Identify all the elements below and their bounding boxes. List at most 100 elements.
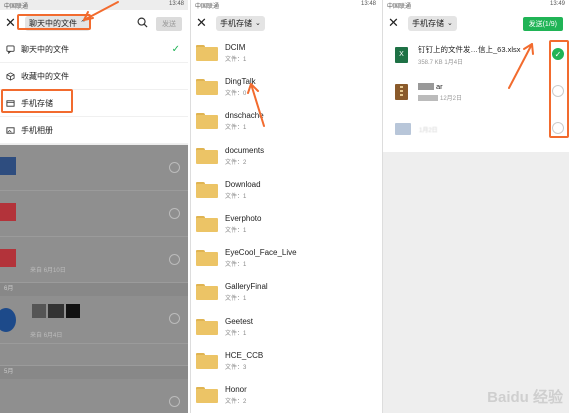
redacted-block (418, 94, 438, 101)
file-meta: 来自 6月4日 (30, 333, 63, 339)
select-radio (169, 208, 180, 219)
status-bar: 中国联通 13:49 (383, 0, 569, 10)
folder-row[interactable]: Honor 文件：2 (191, 378, 380, 412)
close-icon[interactable]: ✕ (5, 15, 19, 31)
menu-item-phone-album[interactable]: 手机相册 (0, 117, 188, 144)
select-checkbox[interactable] (552, 122, 564, 134)
archive-file-icon (395, 83, 408, 100)
select-radio (169, 162, 180, 173)
select-radio (169, 313, 180, 324)
folder-icon (196, 181, 218, 198)
folder-icon (196, 113, 218, 130)
list-item: 来自 6月4日 (0, 296, 188, 344)
clock-text: 13:48 (360, 1, 376, 7)
folder-row[interactable]: Geetest 文件：1 (191, 310, 380, 344)
menu-item-chat-files[interactable]: 聊天中的文件 ✓ (0, 36, 188, 63)
chevron-down-icon: ⌄ (255, 20, 261, 27)
folder-row[interactable]: Download 文件：1 (191, 173, 380, 207)
menu-item-label: 收藏中的文件 (21, 71, 69, 81)
source-dropdown-label: 手机存储 (220, 18, 252, 28)
chevron-down-icon: ⌄ (447, 20, 453, 27)
folder-row[interactable]: HCE_CCB 文件：3 (191, 344, 380, 378)
folder-row[interactable]: DingTalk 文件：0 (191, 70, 380, 104)
folder-file-count: 文件：0 (225, 91, 247, 98)
checkmark-icon: ✓ (171, 44, 180, 55)
file-meta: 1月2日 (419, 128, 438, 134)
file-thumbnail (0, 157, 16, 175)
menu-item-favorite-files[interactable]: 收藏中的文件 (0, 63, 188, 90)
folder-file-count: 文件：1 (225, 296, 247, 303)
file-title: ar (418, 82, 462, 91)
select-radio (169, 254, 180, 265)
file-row-xlsx[interactable]: X 钉钉上的文件发…信上_63.xlsx 358.7 KB 1月4日 ✓ (383, 36, 569, 73)
source-dropdown-label: 聊天中的文件 (29, 18, 77, 28)
folder-file-count: 文件：1 (225, 193, 247, 200)
folder-row[interactable]: documents 文件：2 (191, 139, 380, 173)
chevron-up-icon: ⌃ (80, 20, 86, 27)
source-dropdown[interactable]: 聊天中的文件 ⌃ (25, 15, 90, 31)
select-checkbox[interactable] (552, 85, 564, 97)
carrier-text: 中国联通 (387, 4, 412, 10)
panel-phone-storage: 中国联通 13:48 ✕ 手机存储 ⌄ DCIM 文件：1 DingTalk 文件：0… (190, 0, 380, 413)
folder-icon (196, 79, 218, 96)
send-button[interactable]: 发送 (156, 17, 182, 31)
folder-file-count: 文件：1 (225, 57, 247, 64)
folder-file-count: 文件：2 (225, 159, 247, 166)
folder-row[interactable]: Everphoto 文件：1 (191, 207, 380, 241)
menu-item-label: 手机相册 (21, 125, 53, 135)
folder-list: DCIM 文件：1 DingTalk 文件：0 dnschache 文件：1 documen… (191, 36, 380, 412)
folder-file-count: 文件：2 (225, 398, 247, 405)
folder-icon (196, 284, 218, 301)
excel-file-icon: X (395, 46, 408, 63)
file-meta: 12月2日 (418, 93, 462, 102)
folder-icon (196, 147, 218, 164)
folder-file-count: 文件：1 (225, 262, 247, 269)
file-row-archive[interactable]: ar 12月2日 (383, 73, 569, 110)
source-dropdown[interactable]: 手机存储 ⌄ (216, 15, 265, 31)
close-icon[interactable]: ✕ (196, 15, 210, 31)
carrier-text: 中国联通 (4, 4, 29, 10)
folder-name: DCIM (225, 43, 246, 53)
file-meta: 来自 6月10日 (30, 268, 66, 274)
source-menu: 聊天中的文件 ✓ 收藏中的文件 手机存储 手机相册 (0, 36, 188, 144)
panel-file-select: 中国联通 13:49 ✕ 手机存储 ⌄ 发送(1/9) X 钉钉上的文件发…信上… (382, 0, 569, 413)
folder-name: Download (225, 179, 261, 189)
folder-name: Everphoto (225, 214, 262, 224)
folder-row[interactable]: dnschache 文件：1 (191, 104, 380, 138)
folder-file-count: 文件：1 (225, 330, 247, 337)
carrier-text: 中国联通 (195, 4, 220, 10)
send-button[interactable]: 发送(1/9) (522, 17, 563, 31)
search-icon[interactable] (137, 17, 148, 28)
menu-item-label: 聊天中的文件 (21, 44, 69, 54)
file-thumbnail (0, 249, 16, 267)
folder-row[interactable]: DCIM 文件：1 (191, 36, 380, 70)
menu-item-phone-storage[interactable]: 手机存储 (0, 90, 188, 117)
clock-text: 13:48 (168, 1, 184, 7)
dimmed-file-list: 来自 6月10日 6月 来自 6月4日 5月 (0, 145, 188, 413)
file-title: 钉钉上的文件发…信上_63.xlsx (418, 44, 521, 54)
clock-text: 13:49 (549, 1, 565, 7)
photo-icon (6, 126, 15, 134)
empty-area (383, 152, 569, 413)
folder-row[interactable]: EyeCool_Face_Live 文件：1 (191, 241, 380, 275)
panel-chat-files: 中国联通 13:48 ✕ 聊天中的文件 ⌃ 发送 聊天中的文件 ✓ 收藏中的文件… (0, 0, 188, 413)
source-dropdown-label: 手机存储 (412, 18, 444, 28)
top-bar: ✕ 聊天中的文件 ⌃ 发送 (0, 10, 188, 36)
folder-icon (196, 386, 218, 403)
select-checkbox[interactable]: ✓ (552, 48, 564, 60)
folder-icon (196, 250, 218, 267)
folder-name: DingTalk (225, 77, 256, 87)
select-radio (169, 396, 180, 407)
close-icon[interactable]: ✕ (388, 15, 402, 31)
folder-row[interactable]: GalleryFinal 文件：1 (191, 275, 380, 309)
source-dropdown[interactable]: 手机存储 ⌄ (408, 15, 457, 31)
folder-icon (196, 352, 218, 369)
top-bar: ✕ 手机存储 ⌄ 发送(1/9) (383, 10, 569, 36)
file-row-image[interactable]: 1月2日 (383, 110, 569, 147)
folder-name: dnschache (225, 111, 264, 121)
file-list: X 钉钉上的文件发…信上_63.xlsx 358.7 KB 1月4日 ✓ ar … (383, 36, 569, 147)
list-item (0, 344, 188, 366)
folder-name: Geetest (225, 316, 254, 326)
blurred-thumbnail (66, 304, 80, 318)
watermark-logo: Baidu 经验 (487, 389, 563, 406)
